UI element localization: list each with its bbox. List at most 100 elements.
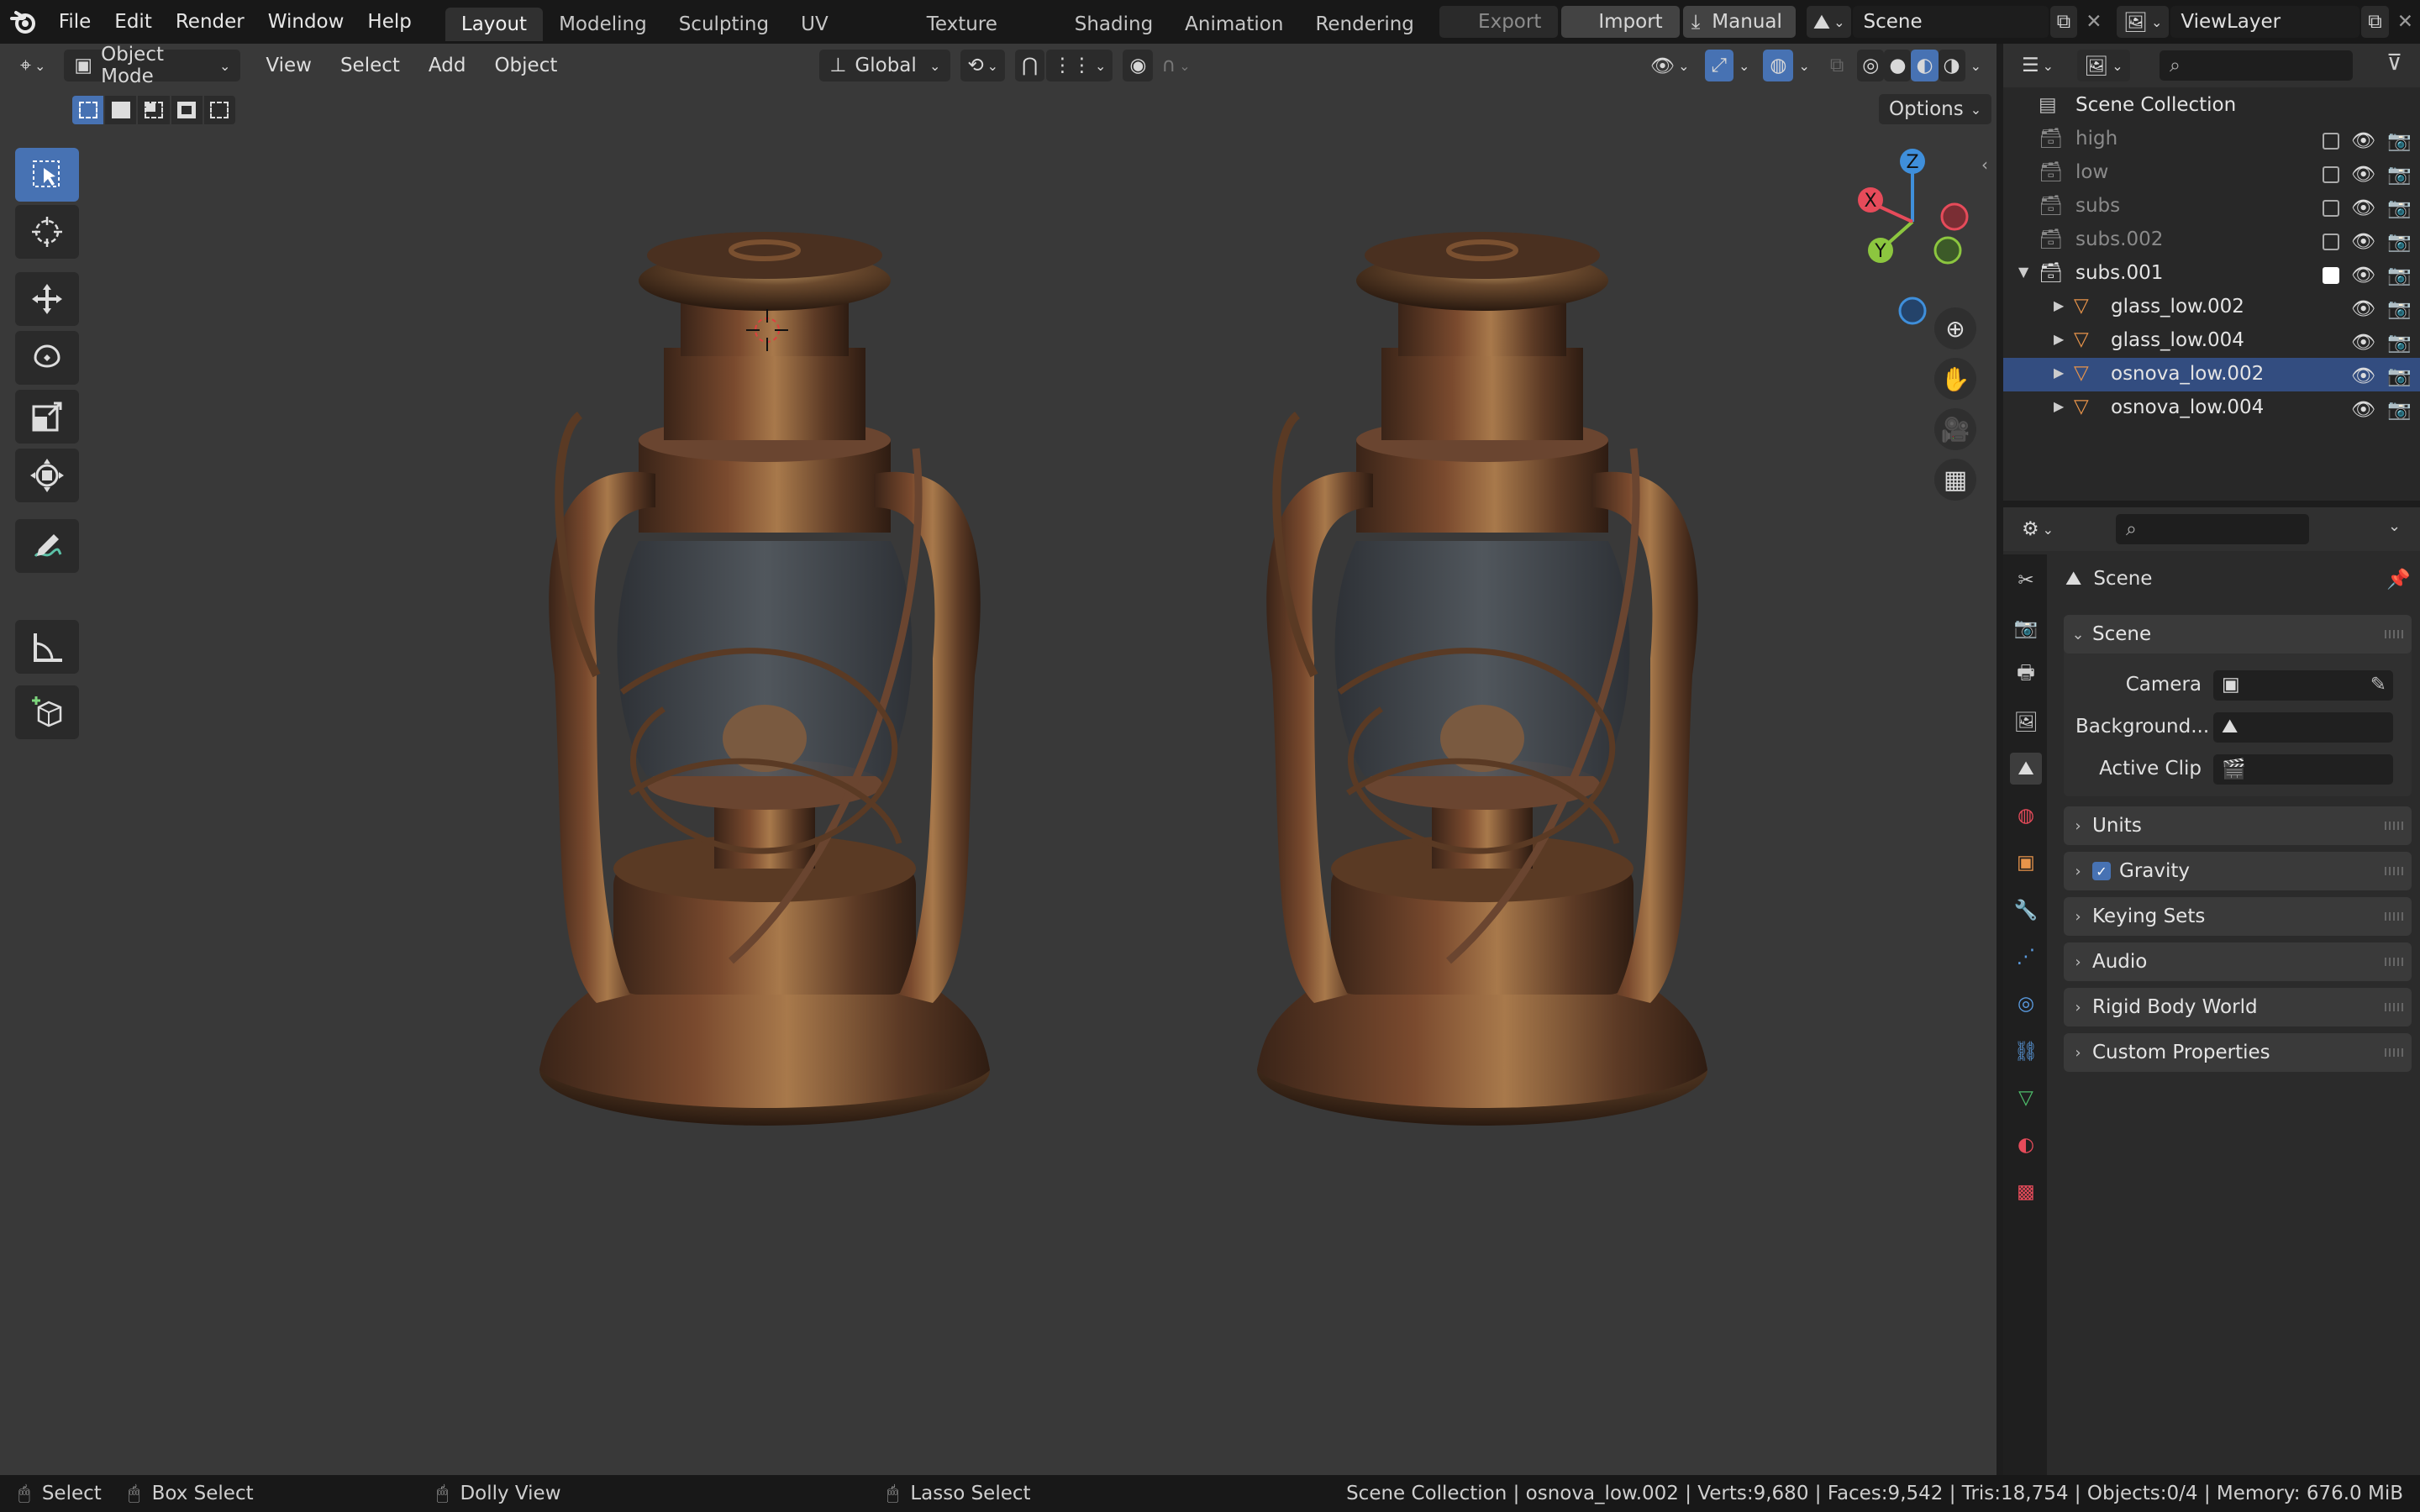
- outliner-row-subs[interactable]: 🗃 subs 👁 📷: [2003, 190, 2420, 223]
- tab-tool[interactable]: ✂: [2010, 564, 2042, 596]
- manual-button[interactable]: ⤓ Manual: [1682, 6, 1796, 38]
- pan-button[interactable]: ✋: [1934, 358, 1976, 400]
- shading-rendered-button[interactable]: ◑: [1938, 50, 1965, 81]
- snap-target-dropdown[interactable]: ⋮⋮ ⌄: [1045, 50, 1113, 81]
- camera-render-icon[interactable]: 📷: [2387, 197, 2412, 219]
- scene-browse-button[interactable]: ⛰ ⌄: [1806, 6, 1852, 38]
- panel-gravity[interactable]: › ✓ Gravity: [2064, 852, 2412, 890]
- eye-icon[interactable]: 👁: [2351, 331, 2375, 354]
- import-button[interactable]: Import: [1561, 6, 1680, 38]
- camera-field[interactable]: ▣ ✎: [2213, 670, 2393, 701]
- tab-texture-paint[interactable]: Texture Paint: [911, 8, 1059, 69]
- eye-icon[interactable]: 👁: [2351, 163, 2375, 186]
- camera-render-icon[interactable]: 📷: [2387, 365, 2412, 387]
- overlays-toggle[interactable]: ◍: [1763, 50, 1794, 81]
- outliner-row-osnova-low-002[interactable]: ▶ ▽ osnova_low.002 👁 📷: [2003, 358, 2420, 391]
- xray-toggle[interactable]: ⧉: [1823, 50, 1850, 81]
- menu-file[interactable]: File: [47, 0, 103, 44]
- display-mode-dropdown[interactable]: 🖼 ⌄: [2077, 50, 2130, 81]
- disclosure-triangle-icon[interactable]: ▶: [2054, 365, 2064, 381]
- drag-grip-icon[interactable]: [2385, 630, 2403, 638]
- shading-dropdown[interactable]: ⌄: [1965, 50, 1986, 81]
- menu-help[interactable]: Help: [355, 0, 423, 44]
- tab-data[interactable]: ▽: [2010, 1082, 2042, 1114]
- gizmo-dropdown[interactable]: ⌄: [1733, 50, 1754, 81]
- disclosure-triangle-icon[interactable]: ▶: [2054, 331, 2064, 347]
- tab-output[interactable]: 🖶: [2010, 659, 2042, 690]
- menu-edit[interactable]: Edit: [103, 0, 164, 44]
- menu-object[interactable]: Object: [494, 55, 557, 76]
- camera-render-icon[interactable]: 📷: [2387, 398, 2412, 421]
- background-field[interactable]: ⛰: [2213, 712, 2393, 743]
- camera-view-button[interactable]: 🎥: [1934, 408, 1976, 450]
- tab-object[interactable]: ▣: [2010, 847, 2042, 879]
- outliner-row-glass-low-004[interactable]: ▶ ▽ glass_low.004 👁 📷: [2003, 324, 2420, 358]
- exclude-checkbox[interactable]: [2323, 166, 2340, 183]
- eye-icon[interactable]: 👁: [2351, 365, 2375, 387]
- tab-material[interactable]: ◐: [2010, 1129, 2042, 1161]
- tab-sculpting[interactable]: Sculpting: [663, 8, 785, 41]
- shading-material-button[interactable]: ◐: [1911, 50, 1939, 81]
- exclude-checkbox[interactable]: [2323, 200, 2340, 217]
- panel-audio[interactable]: › Audio: [2064, 942, 2412, 981]
- drag-grip-icon[interactable]: [2385, 1003, 2403, 1011]
- menu-window[interactable]: Window: [256, 0, 356, 44]
- camera-render-icon[interactable]: 📷: [2387, 230, 2412, 253]
- panel-units[interactable]: › Units: [2064, 806, 2412, 845]
- menu-add[interactable]: Add: [429, 55, 466, 76]
- pivot-point-dropdown[interactable]: ⟲ ⌄: [960, 50, 1006, 81]
- exclude-checkbox[interactable]: [2323, 267, 2340, 284]
- snap-toggle[interactable]: ⋂: [1015, 50, 1044, 81]
- outliner-search-input[interactable]: ⌕: [2160, 50, 2353, 81]
- outliner-row-subs-002[interactable]: 🗃 subs.002 👁 📷: [2003, 223, 2420, 257]
- eye-icon[interactable]: 👁: [2351, 230, 2375, 253]
- tab-constraints[interactable]: ⛓: [2010, 1035, 2042, 1067]
- export-button[interactable]: Export: [1439, 6, 1559, 38]
- outliner-row-osnova-low-004[interactable]: ▶ ▽ osnova_low.004 👁 📷: [2003, 391, 2420, 425]
- menu-view[interactable]: View: [266, 55, 312, 76]
- camera-render-icon[interactable]: 📷: [2387, 297, 2412, 320]
- outliner-row-glass-low-002[interactable]: ▶ ▽ glass_low.002 👁 📷: [2003, 291, 2420, 324]
- object-mode-dropdown[interactable]: ▣ Object Mode ⌄: [64, 44, 241, 87]
- new-scene-button[interactable]: ⧉: [2049, 6, 2078, 38]
- tab-uv-editing[interactable]: UV Editing: [785, 8, 911, 69]
- drag-grip-icon[interactable]: [2385, 958, 2403, 966]
- pin-icon[interactable]: 📌: [2386, 568, 2411, 591]
- delete-scene-button[interactable]: ✕: [2079, 6, 2108, 38]
- eye-icon[interactable]: 👁: [2351, 264, 2375, 286]
- panel-custom-properties[interactable]: › Custom Properties: [2064, 1033, 2412, 1072]
- tab-physics[interactable]: ◎: [2010, 988, 2042, 1020]
- scene-panel-header[interactable]: ⌄ Scene: [2064, 615, 2412, 654]
- eyedropper-icon[interactable]: ✎: [2370, 674, 2386, 696]
- gravity-checkbox[interactable]: ✓: [2092, 862, 2111, 880]
- tab-modeling[interactable]: Modeling: [543, 8, 663, 41]
- eye-icon[interactable]: 👁: [2351, 297, 2375, 320]
- scene-name-field[interactable]: Scene: [1853, 6, 2049, 38]
- delete-viewlayer-button[interactable]: ✕: [2391, 6, 2420, 38]
- tab-layout[interactable]: Layout: [445, 8, 544, 41]
- tab-scene[interactable]: ⛰: [2010, 753, 2042, 785]
- camera-render-icon[interactable]: 📷: [2387, 264, 2412, 286]
- menu-select[interactable]: Select: [340, 55, 400, 76]
- tab-rendering[interactable]: Rendering: [1299, 8, 1429, 41]
- blender-logo-icon[interactable]: [0, 0, 47, 44]
- drag-grip-icon[interactable]: [2385, 912, 2403, 921]
- properties-search-input[interactable]: ⌕: [2116, 514, 2309, 544]
- disclosure-triangle-icon[interactable]: ▶: [2054, 297, 2064, 313]
- disclosure-triangle-icon[interactable]: ▶: [2054, 398, 2064, 414]
- tab-animation[interactable]: Animation: [1169, 8, 1299, 41]
- area-divider[interactable]: [1996, 44, 2003, 1475]
- tab-render[interactable]: 📷: [2010, 612, 2042, 643]
- drag-grip-icon[interactable]: [2385, 867, 2403, 875]
- sidebar-toggle-arrow[interactable]: ‹: [1981, 155, 1988, 175]
- transform-orientation-dropdown[interactable]: ⊥ Global ⌄: [819, 50, 951, 81]
- outliner-row-low[interactable]: 🗃 low 👁 📷: [2003, 156, 2420, 190]
- eye-icon[interactable]: 👁: [2351, 197, 2375, 219]
- tab-world[interactable]: ◍: [2010, 800, 2042, 832]
- drag-grip-icon[interactable]: [2385, 822, 2403, 830]
- shading-solid-button[interactable]: ●: [1884, 50, 1912, 81]
- camera-render-icon[interactable]: 📷: [2387, 331, 2412, 354]
- outliner-editor-type-button[interactable]: ☰ ⌄: [2015, 50, 2060, 81]
- exclude-checkbox[interactable]: [2323, 133, 2340, 150]
- tab-texture[interactable]: ▩: [2010, 1176, 2042, 1208]
